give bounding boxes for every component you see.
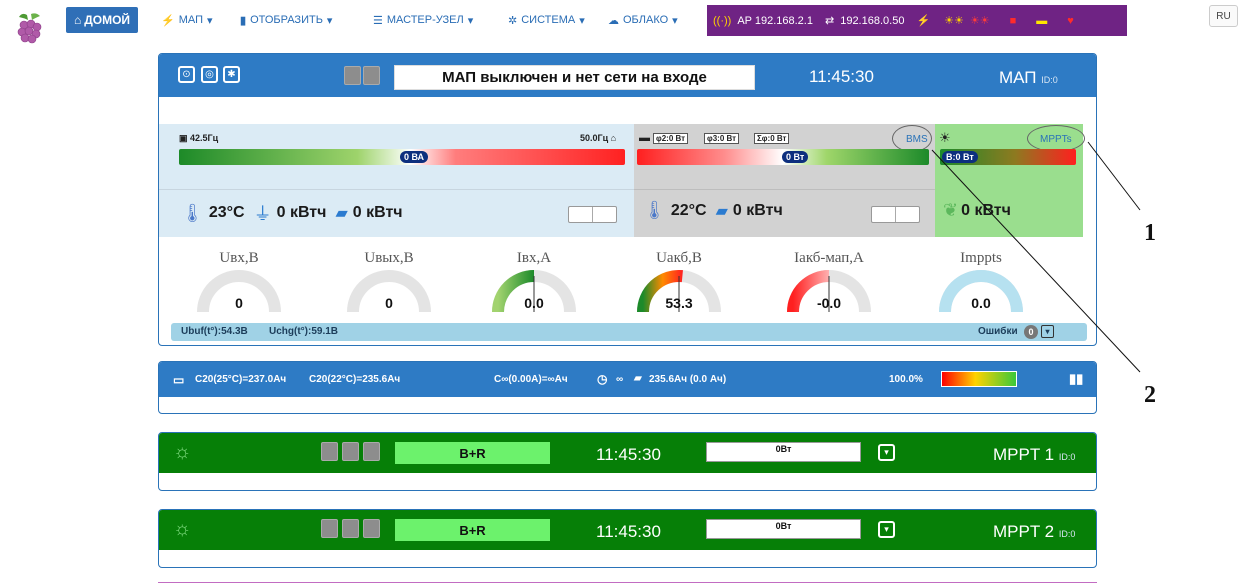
annotation-label-1: 1 — [1144, 220, 1156, 246]
annotation-label-2: 2 — [1144, 382, 1156, 408]
annotation-lines — [931, 141, 1141, 373]
